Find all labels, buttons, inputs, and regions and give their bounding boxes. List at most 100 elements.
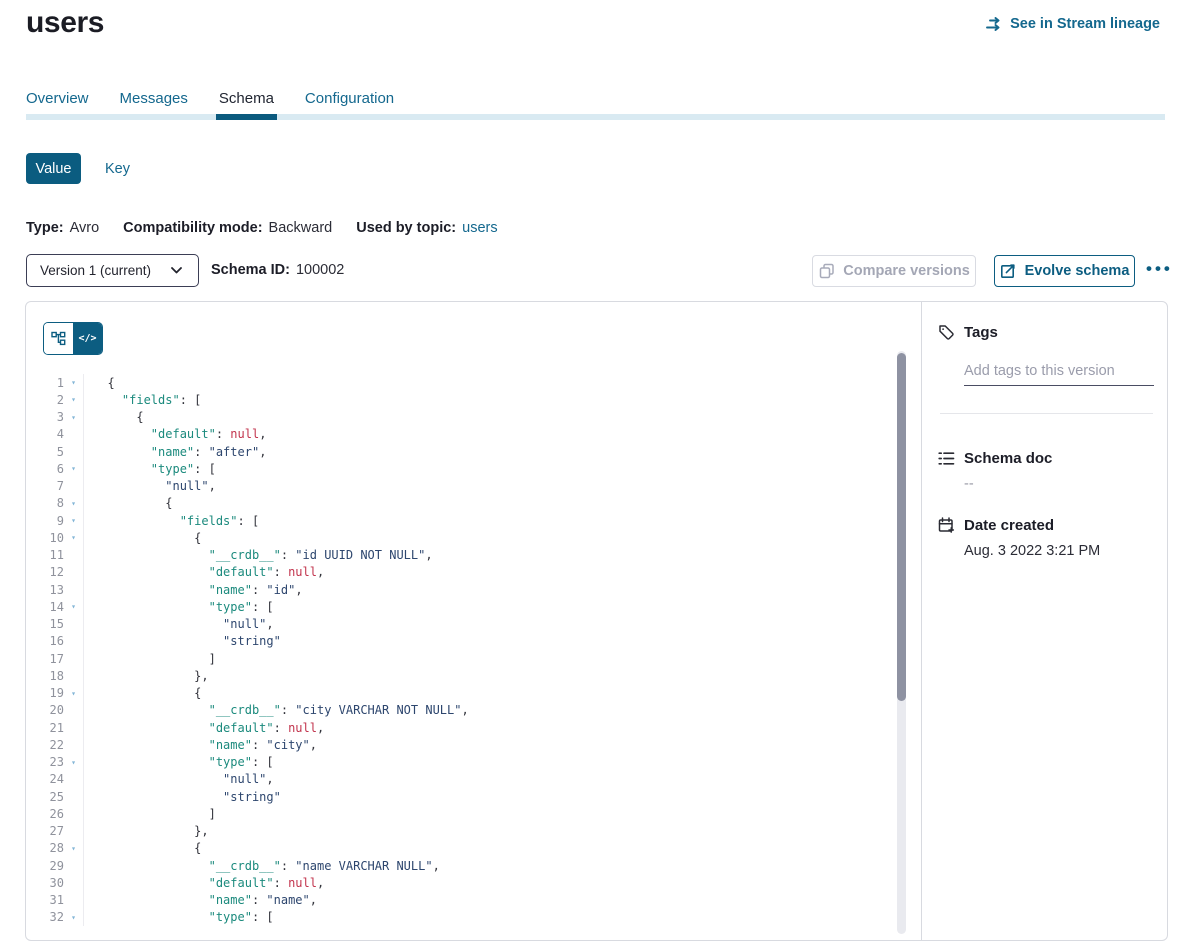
value-tab-button[interactable]: Value — [26, 153, 81, 184]
add-tags-input[interactable] — [964, 361, 1154, 386]
topic-link[interactable]: users — [462, 220, 497, 236]
code-line: 7 "null", — [26, 478, 921, 495]
code-line: 29 "__crdb__": "name VARCHAR NULL", — [26, 857, 921, 874]
fold-toggle-icon[interactable]: ▾ — [64, 460, 83, 477]
lineage-link-label: See in Stream lineage — [1010, 16, 1160, 32]
edit-box-icon — [1000, 263, 1017, 280]
editor-scrollbar-track[interactable] — [897, 351, 906, 934]
code-text: "null", — [84, 772, 274, 786]
tab-messages[interactable]: Messages — [120, 90, 188, 115]
code-editor[interactable]: 1▾ {2▾ "fields": [3▾ {4 "default": null,… — [26, 374, 921, 940]
schema-id-group: Schema ID: 100002 — [211, 262, 344, 278]
schema-doc-value: -- — [964, 476, 1154, 492]
tab-bar: Overview Messages Schema Configuration — [26, 90, 394, 115]
more-options-button[interactable]: ••• — [1146, 253, 1173, 285]
line-number: 21 — [26, 721, 64, 735]
line-number: 12 — [26, 565, 64, 579]
line-number: 22 — [26, 738, 64, 752]
code-line: 19▾ { — [26, 685, 921, 702]
code-line: 4 "default": null, — [26, 426, 921, 443]
tab-configuration[interactable]: Configuration — [305, 90, 394, 115]
line-number: 16 — [26, 634, 64, 648]
type-value: Avro — [70, 220, 100, 236]
fold-toggle-icon[interactable]: ▾ — [64, 598, 83, 615]
tab-schema[interactable]: Schema — [219, 90, 274, 115]
fold-toggle-icon[interactable]: ▾ — [64, 512, 83, 529]
fold-toggle-icon[interactable]: ▾ — [64, 529, 83, 546]
versions-copy-icon — [818, 263, 835, 280]
list-icon — [938, 450, 955, 467]
fold-toggle-icon[interactable]: ▾ — [64, 840, 83, 857]
line-number: 15 — [26, 617, 64, 631]
fold-toggle-icon[interactable]: ▾ — [64, 495, 83, 512]
line-number: 30 — [26, 876, 64, 890]
line-number: 26 — [26, 807, 64, 821]
line-number: 4 — [26, 427, 64, 441]
code-line: 9▾ "fields": [ — [26, 512, 921, 529]
line-number: 6 — [26, 462, 64, 476]
fold-toggle-icon[interactable]: ▾ — [64, 754, 83, 771]
compare-versions-label: Compare versions — [843, 263, 970, 279]
code-text: "type": [ — [84, 910, 274, 924]
line-number: 2 — [26, 393, 64, 407]
see-in-stream-lineage-link[interactable]: See in Stream lineage — [986, 15, 1160, 32]
code-text: { — [84, 496, 172, 510]
tree-view-button[interactable] — [44, 323, 73, 354]
schema-doc-title: Schema doc — [964, 450, 1052, 467]
line-number: 14 — [26, 600, 64, 614]
code-view-button[interactable]: </> — [73, 323, 102, 354]
evolve-schema-button[interactable]: Evolve schema — [994, 255, 1135, 287]
line-number: 23 — [26, 755, 64, 769]
version-dropdown[interactable]: Version 1 (current) — [26, 254, 199, 287]
code-text: "name": "after", — [84, 445, 266, 459]
code-text: "type": [ — [84, 755, 274, 769]
schema-doc-section: Schema doc -- — [938, 450, 1154, 492]
code-line: 20 "__crdb__": "city VARCHAR NOT NULL", — [26, 702, 921, 719]
line-number: 31 — [26, 893, 64, 907]
line-number: 1 — [26, 376, 64, 390]
fold-toggle-icon[interactable]: ▾ — [64, 391, 83, 408]
line-number: 18 — [26, 669, 64, 683]
type-label: Type: — [26, 220, 64, 236]
code-line: 30 "default": null, — [26, 874, 921, 891]
key-tab-link[interactable]: Key — [105, 161, 130, 177]
fold-toggle-icon[interactable]: ▾ — [64, 374, 83, 391]
code-text: "fields": [ — [84, 514, 259, 528]
code-line: 27 }, — [26, 823, 921, 840]
code-text: "__crdb__": "id UUID NOT NULL", — [84, 548, 433, 562]
compatibility-group: Compatibility mode: Backward — [123, 220, 332, 236]
code-line: 18 }, — [26, 667, 921, 684]
code-line: 2▾ "fields": [ — [26, 391, 921, 408]
code-text: ] — [84, 652, 216, 666]
code-text: }, — [84, 824, 209, 838]
line-number: 5 — [26, 445, 64, 459]
code-text: ] — [84, 807, 216, 821]
code-line: 16 "string" — [26, 633, 921, 650]
date-created-title: Date created — [964, 517, 1054, 534]
code-text: { — [84, 410, 144, 424]
code-text: }, — [84, 669, 209, 683]
line-number: 19 — [26, 686, 64, 700]
code-text: "string" — [84, 790, 281, 804]
fold-toggle-icon[interactable]: ▾ — [64, 909, 83, 926]
tab-overview[interactable]: Overview — [26, 90, 89, 115]
line-number: 17 — [26, 652, 64, 666]
tag-icon — [938, 324, 955, 341]
used-by-topic-group: Used by topic: users — [356, 220, 497, 236]
code-line: 3▾ { — [26, 409, 921, 426]
tags-title: Tags — [964, 324, 998, 341]
code-line: 12 "default": null, — [26, 564, 921, 581]
fold-toggle-icon[interactable]: ▾ — [64, 409, 83, 426]
line-number: 20 — [26, 703, 64, 717]
line-number: 27 — [26, 824, 64, 838]
fold-toggle-icon[interactable]: ▾ — [64, 685, 83, 702]
compare-versions-button[interactable]: Compare versions — [812, 255, 976, 287]
code-line: 32▾ "type": [ — [26, 909, 921, 926]
code-line: 23▾ "type": [ — [26, 754, 921, 771]
line-number: 28 — [26, 841, 64, 855]
editor-scrollbar-thumb[interactable] — [897, 353, 906, 701]
code-text: "type": [ — [84, 600, 274, 614]
chevron-down-icon — [168, 262, 185, 279]
code-text: "null", — [84, 617, 274, 631]
date-created-value: Aug. 3 2022 3:21 PM — [964, 543, 1154, 559]
